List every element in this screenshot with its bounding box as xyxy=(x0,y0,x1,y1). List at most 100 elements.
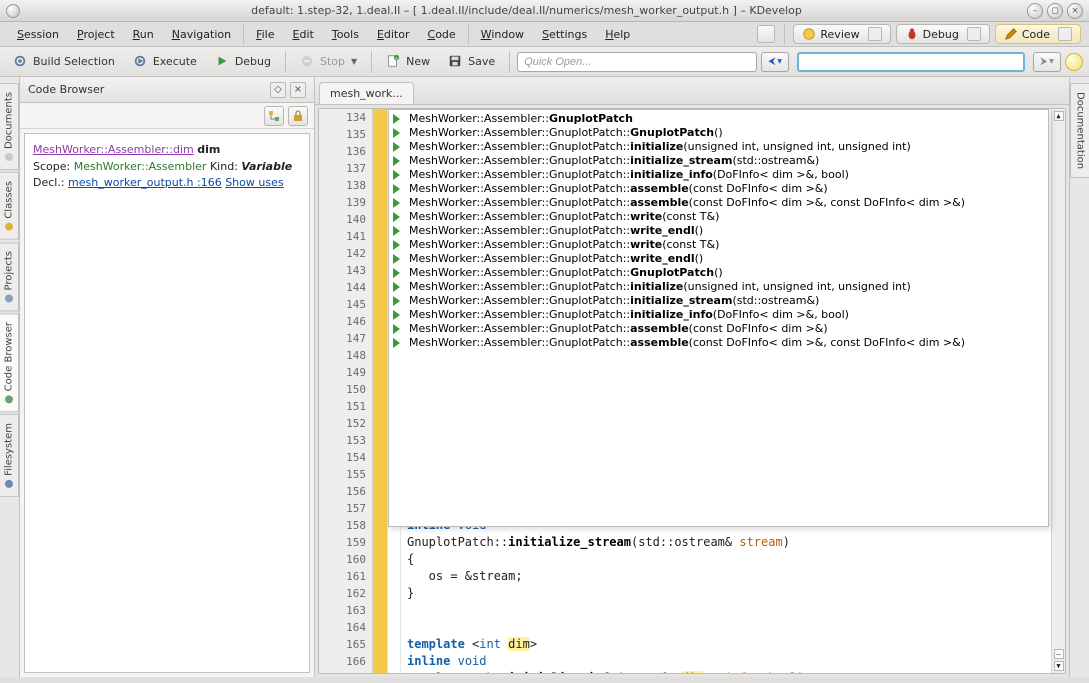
code-line[interactable]: template <int dim> xyxy=(407,636,1051,653)
close-button[interactable]: × xyxy=(1067,3,1083,19)
code-line[interactable] xyxy=(407,602,1051,619)
line-number: 139 xyxy=(319,194,372,211)
toolbar-generic-button[interactable] xyxy=(757,25,775,43)
line-number: 140 xyxy=(319,211,372,228)
member-icon xyxy=(393,128,403,138)
code-line[interactable]: GnuplotPatch::initialize_stream(std::ost… xyxy=(407,534,1051,551)
build-selection-button[interactable]: Build Selection xyxy=(6,52,122,72)
member-icon xyxy=(393,338,403,348)
menu-project[interactable]: Project xyxy=(68,25,124,44)
autocomplete-item[interactable]: MeshWorker::Assembler::GnuplotPatch::wri… xyxy=(389,252,1048,266)
code-line[interactable]: { xyxy=(407,551,1051,568)
window-title: default: 1.step-32, 1.deal.II – [ 1.deal… xyxy=(26,4,1027,17)
debug-aux-icon xyxy=(967,27,981,41)
autocomplete-item[interactable]: MeshWorker::Assembler::GnuplotPatch::Gnu… xyxy=(389,266,1048,280)
member-icon xyxy=(393,170,403,180)
kind-value: Variable xyxy=(241,160,292,173)
tab-code-browser[interactable]: Code Browser xyxy=(0,313,19,412)
debug-icon xyxy=(215,54,231,70)
nav-back-button[interactable]: ⮜▼ xyxy=(761,52,789,72)
quick-open-input[interactable] xyxy=(517,52,757,72)
menu-code[interactable]: Code xyxy=(419,25,465,44)
symbol-link[interactable]: MeshWorker::Assembler::dim xyxy=(33,143,194,156)
menu-window[interactable]: Window xyxy=(472,25,533,44)
minimize-button[interactable]: – xyxy=(1027,3,1043,19)
menu-session[interactable]: Session xyxy=(8,25,68,44)
panel-close-button[interactable]: × xyxy=(290,82,306,98)
scroll-down-button[interactable]: ▼ xyxy=(1054,661,1064,671)
code-line[interactable]: os = &stream; xyxy=(407,568,1051,585)
scroll-split-button[interactable]: — xyxy=(1054,649,1064,659)
menu-help[interactable]: Help xyxy=(596,25,639,44)
tab-classes[interactable]: Classes xyxy=(0,172,19,240)
editor-body[interactable]: 1341351361371381391401411421431441451461… xyxy=(318,108,1066,674)
show-uses-link[interactable]: Show uses xyxy=(225,176,283,189)
debug-button[interactable]: Debug xyxy=(208,52,278,72)
vertical-scrollbar[interactable]: ▲ — ▼ xyxy=(1051,109,1065,673)
autocomplete-item[interactable]: MeshWorker::Assembler::GnuplotPatch::wri… xyxy=(389,210,1048,224)
menu-run[interactable]: Run xyxy=(124,25,163,44)
autocomplete-item[interactable]: MeshWorker::Assembler::GnuplotPatch::ini… xyxy=(389,294,1048,308)
menu-edit[interactable]: Edit xyxy=(284,25,323,44)
review-button[interactable]: Review xyxy=(793,24,890,44)
autocomplete-item[interactable]: MeshWorker::Assembler::GnuplotPatch::ini… xyxy=(389,308,1048,322)
autocomplete-item[interactable]: MeshWorker::Assembler::GnuplotPatch::ini… xyxy=(389,154,1048,168)
autocomplete-item[interactable]: MeshWorker::Assembler::GnuplotPatch xyxy=(389,112,1048,126)
modification-margin xyxy=(373,109,387,673)
autocomplete-item[interactable]: MeshWorker::Assembler::GnuplotPatch::ass… xyxy=(389,182,1048,196)
member-icon xyxy=(393,240,403,250)
play-gear-icon xyxy=(133,54,149,70)
autocomplete-popup[interactable]: MeshWorker::Assembler::GnuplotPatchMeshW… xyxy=(388,109,1049,527)
autocomplete-item[interactable]: MeshWorker::Assembler::GnuplotPatch::ass… xyxy=(389,196,1048,210)
autocomplete-item[interactable]: MeshWorker::Assembler::GnuplotPatch::Gnu… xyxy=(389,126,1048,140)
autocomplete-item[interactable]: MeshWorker::Assembler::GnuplotPatch::ini… xyxy=(389,140,1048,154)
line-number-gutter: 1341351361371381391401411421431441451461… xyxy=(319,109,373,673)
lightbulb-icon[interactable] xyxy=(1065,53,1083,71)
panel-lock-button[interactable] xyxy=(288,106,308,126)
tab-documentation[interactable]: Documentation xyxy=(1070,83,1089,178)
menu-editor[interactable]: Editor xyxy=(368,25,419,44)
line-number: 165 xyxy=(319,636,372,653)
nav-go-button[interactable]: ⮞▼ xyxy=(1033,52,1061,72)
autocomplete-item[interactable]: MeshWorker::Assembler::GnuplotPatch::ass… xyxy=(389,322,1048,336)
location-input[interactable] xyxy=(797,52,1025,72)
scope-value: MeshWorker::Assembler xyxy=(74,160,207,173)
panel-tree-button[interactable] xyxy=(264,106,284,126)
menu-navigation[interactable]: Navigation xyxy=(163,25,240,44)
debug-mode-button[interactable]: Debug xyxy=(896,24,990,44)
member-icon xyxy=(393,114,403,124)
code-mode-button[interactable]: Code xyxy=(995,24,1081,44)
autocomplete-item[interactable]: MeshWorker::Assembler::GnuplotPatch::ini… xyxy=(389,280,1048,294)
execute-button[interactable]: Execute xyxy=(126,52,204,72)
tab-projects[interactable]: Projects xyxy=(0,242,19,311)
save-button[interactable]: Save xyxy=(441,52,502,72)
member-icon xyxy=(393,296,403,306)
stop-label: Stop xyxy=(320,55,345,68)
line-number: 144 xyxy=(319,279,372,296)
menu-file[interactable]: File xyxy=(247,25,283,44)
maximize-button[interactable]: ◻ xyxy=(1047,3,1063,19)
line-number: 154 xyxy=(319,449,372,466)
autocomplete-item[interactable]: MeshWorker::Assembler::GnuplotPatch::wri… xyxy=(389,238,1048,252)
code-line[interactable] xyxy=(407,619,1051,636)
autocomplete-item[interactable]: MeshWorker::Assembler::GnuplotPatch::ini… xyxy=(389,168,1048,182)
new-button[interactable]: + New xyxy=(379,52,437,72)
tab-documents[interactable]: Documents xyxy=(0,83,19,170)
editor-tab[interactable]: mesh_work... xyxy=(319,82,414,104)
decl-location-link[interactable]: mesh_worker_output.h :166 xyxy=(68,176,222,189)
scroll-up-button[interactable]: ▲ xyxy=(1054,111,1064,121)
line-number: 135 xyxy=(319,126,372,143)
code-line[interactable]: } xyxy=(407,585,1051,602)
decl-line: Decl.: mesh_worker_output.h :166 Show us… xyxy=(33,175,301,192)
autocomplete-item[interactable]: MeshWorker::Assembler::GnuplotPatch::wri… xyxy=(389,224,1048,238)
menu-tools[interactable]: Tools xyxy=(323,25,368,44)
code-line[interactable]: inline void xyxy=(407,653,1051,670)
panel-float-button[interactable]: ◇ xyxy=(270,82,286,98)
code-line[interactable]: GnuplotPatch::initialize_info(DoFInfo<di… xyxy=(407,670,1051,673)
autocomplete-item[interactable]: MeshWorker::Assembler::GnuplotPatch::ass… xyxy=(389,336,1048,350)
stop-button[interactable]: Stop ▼ xyxy=(293,52,364,72)
line-number: 159 xyxy=(319,534,372,551)
tab-filesystem[interactable]: Filesystem xyxy=(0,414,19,497)
menu-settings[interactable]: Settings xyxy=(533,25,596,44)
line-number: 148 xyxy=(319,347,372,364)
